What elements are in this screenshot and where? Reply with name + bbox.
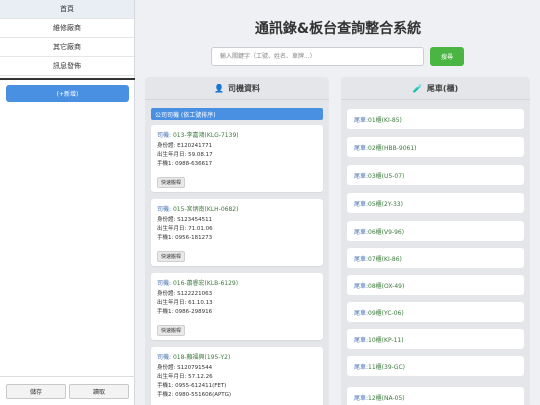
add-button[interactable]: (+新增) [6, 85, 129, 102]
tail-prefix: 尾車: [354, 116, 369, 124]
sidebar-item-repair-vendors[interactable]: 維修廠商 [0, 19, 134, 38]
driver-phone2: 手機2: 0980-551606(APTG) [157, 392, 232, 398]
tail-prefix: 尾車: [354, 282, 369, 290]
main-content: 通訊錄&板台查詢整合系統 搜尋 👤 司機資料 公司司機 (依工號排序) 司機: … [136, 0, 540, 405]
sidebar-footer: 儲存 讀取 [0, 376, 135, 405]
tail-item[interactable]: 尾車: 11櫃(39-GC) [347, 356, 524, 376]
driver-birthday: 出生年月日: 59.08.17 [157, 152, 213, 158]
person-icon: 👤 [214, 83, 224, 93]
driver-phone1: 手機1: 0956-181273 [157, 235, 213, 241]
sidebar-divider [0, 78, 135, 80]
search-input[interactable] [211, 47, 424, 66]
driver-phone1: 手機1: 0955-612411(FET) [157, 383, 227, 389]
driver-id: 身份證: S123454511 [157, 217, 213, 223]
tail-prefix: 尾車: [354, 363, 369, 371]
driver-card: 司機: 013-李嘉鴻(KLG-7139) 身份證: E120241771 出生… [151, 125, 323, 192]
driver-title: 司機: 018-顏福興(195-Y2) [157, 352, 317, 361]
driver-birthday: 出生年月日: 61.10.13 [157, 300, 213, 306]
driver-name[interactable]: 016-蕭睿宏(KLB-6129) [173, 280, 238, 287]
sidebar-item-announcements[interactable]: 訊息發佈 [0, 57, 134, 76]
tail-value: 03櫃(U5-07) [368, 172, 405, 180]
driver-title: 司機: 013-李嘉鴻(KLG-7139) [157, 130, 317, 139]
tails-panel-header: 🧪 尾車(櫃) [341, 77, 530, 100]
driver-phone1: 手機1: 0988-636617 [157, 161, 213, 167]
tail-item[interactable]: 尾車: 07櫃(KI-86) [347, 248, 524, 268]
tail-prefix: 尾車: [354, 172, 369, 180]
driver-birthday: 出生年月日: 57.12.26 [157, 374, 213, 380]
driver-name[interactable]: 018-顏福興(195-Y2) [173, 354, 230, 361]
driver-id: 身份證: S122221063 [157, 291, 213, 297]
driver-phone1: 手機1: 0986-298916 [157, 309, 213, 315]
tail-item[interactable]: 尾車: 06櫃(V9-96) [347, 221, 524, 241]
driver-card: 司機: 015-宮炳南(KLH-0682) 身份證: S123454511 出生… [151, 199, 323, 266]
quick-button[interactable]: 快速搬桿 [157, 177, 186, 188]
driver-id: 身份證: S120791544 [157, 365, 213, 371]
quick-button[interactable]: 快速搬桿 [157, 325, 186, 336]
tail-prefix: 尾車: [354, 309, 369, 317]
driver-title: 司機: 015-宮炳南(KLH-0682) [157, 204, 317, 213]
tail-value: 08櫃(OX-49) [368, 282, 405, 290]
tail-prefix: 尾車: [354, 200, 369, 208]
driver-group-header[interactable]: 公司司機 (依工號排序) [151, 108, 323, 120]
page-title: 通訊錄&板台查詢整合系統 [254, 21, 422, 37]
driver-name[interactable]: 015-宮炳南(KLH-0682) [173, 206, 239, 213]
quick-button[interactable]: 快速搬桿 [157, 251, 186, 262]
save-button[interactable]: 儲存 [6, 384, 66, 399]
tail-value: 02櫃(HBB-9061) [368, 144, 417, 152]
driver-role: 司機: [157, 206, 173, 213]
tail-prefix: 尾車: [354, 336, 369, 344]
tail-item[interactable]: 尾車: 09櫃(YC-06) [347, 302, 524, 322]
driver-card: 司機: 018-顏福興(195-Y2) 身份證: S120791544 出生年月… [151, 347, 323, 405]
tail-value: 07櫃(KI-86) [368, 255, 402, 263]
tail-item[interactable]: 尾車: 08櫃(OX-49) [347, 275, 524, 295]
sidebar-item-other-vendors[interactable]: 其它廠商 [0, 38, 134, 57]
sidebar: 首頁 維修廠商 其它廠商 訊息發佈 (+新增) 儲存 讀取 [0, 0, 135, 405]
driver-id: 身份證: E120241771 [157, 143, 213, 149]
tail-item[interactable]: 尾車: 03櫃(U5-07) [347, 165, 524, 185]
tail-value: 05櫃(2Y-33) [368, 200, 403, 208]
tail-value: 11櫃(39-GC) [368, 363, 405, 371]
tail-value: 12櫃(NA-05) [368, 394, 405, 402]
tail-prefix: 尾車: [354, 255, 369, 263]
search-button[interactable]: 搜尋 [430, 47, 464, 66]
tail-item[interactable]: 尾車: 12櫃(NA-05) [347, 387, 524, 405]
tail-item[interactable]: 尾車: 05櫃(2Y-33) [347, 193, 524, 213]
tails-panel-title: 尾車(櫃) [426, 83, 459, 93]
driver-card: 司機: 016-蕭睿宏(KLB-6129) 身份證: S122221063 出生… [151, 273, 323, 340]
tail-value: 10櫃(KP-11) [368, 336, 404, 344]
drivers-panel-header: 👤 司機資料 [145, 77, 329, 100]
driver-role: 司機: [157, 354, 173, 361]
driver-role: 司機: [157, 280, 173, 287]
driver-birthday: 出生年月日: 71.01.06 [157, 226, 213, 232]
tail-prefix: 尾車: [354, 144, 369, 152]
driver-title: 司機: 016-蕭睿宏(KLB-6129) [157, 278, 317, 287]
drivers-panel-title: 司機資料 [227, 83, 260, 93]
tail-prefix: 尾車: [354, 228, 369, 236]
tail-item[interactable]: 尾車: 02櫃(HBB-9061) [347, 137, 524, 157]
sidebar-item-home[interactable]: 首頁 [0, 0, 134, 19]
drivers-panel: 👤 司機資料 公司司機 (依工號排序) 司機: 013-李嘉鴻(KLG-7139… [145, 77, 329, 405]
test-tube-icon: 🧪 [412, 83, 423, 93]
driver-role: 司機: [157, 132, 173, 139]
tails-panel: 🧪 尾車(櫃) 尾車: 01櫃(KI-85) 尾車: 02櫃(HBB-9061)… [341, 77, 530, 405]
tail-prefix: 尾車: [354, 394, 369, 402]
load-button[interactable]: 讀取 [69, 384, 129, 399]
tail-item[interactable]: 尾車: 01櫃(KI-85) [347, 109, 524, 129]
tail-value: 09櫃(YC-06) [368, 309, 404, 317]
tail-item[interactable]: 尾車: 10櫃(KP-11) [347, 329, 524, 349]
tail-value: 01櫃(KI-85) [368, 116, 402, 124]
tail-value: 06櫃(V9-96) [368, 228, 405, 236]
driver-name[interactable]: 013-李嘉鴻(KLG-7139) [173, 132, 239, 139]
